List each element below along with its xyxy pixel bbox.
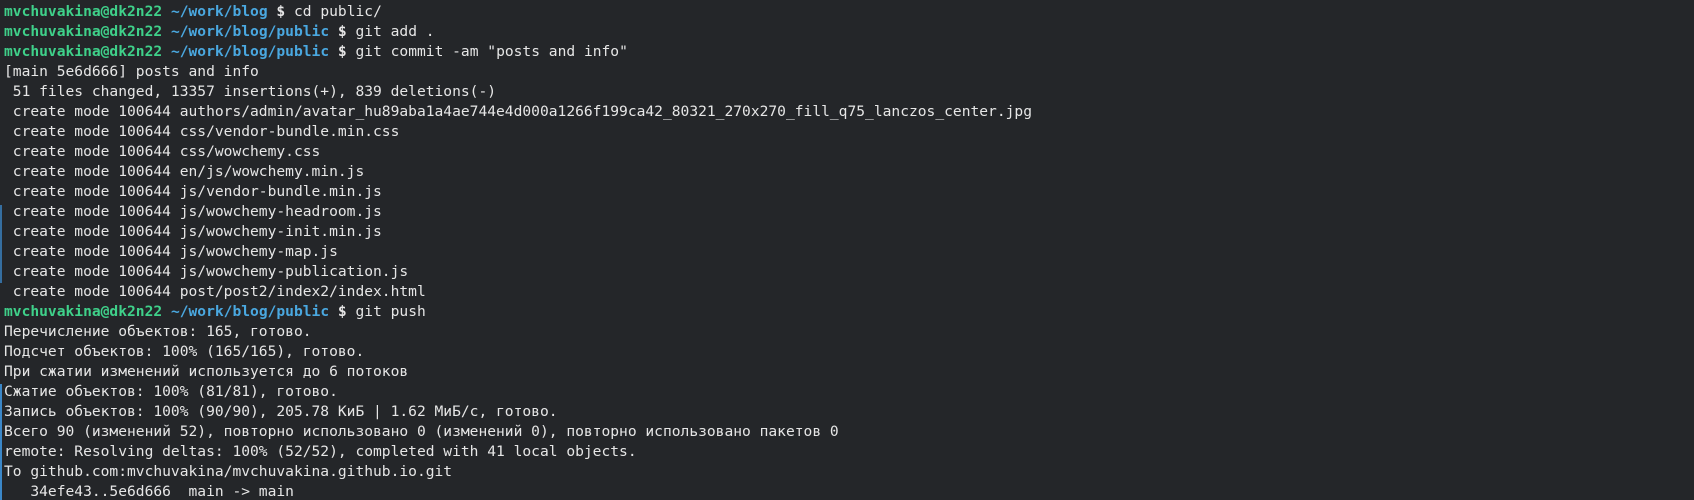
command-text: git push <box>355 303 426 320</box>
prompt-symbol: $ <box>337 43 347 60</box>
command-text: git commit -am "posts and info" <box>355 43 628 60</box>
output-line: create mode 100644 css/wowchemy.css <box>4 143 321 160</box>
terminal-window[interactable]: mvchuvakina@dk2n22 ~/work/blog $ cd publ… <box>0 0 1694 500</box>
output-line: 34efe43..5e6d666 main -> main <box>4 483 294 500</box>
prompt-line: mvchuvakina@dk2n22 ~/work/blog/public $ … <box>4 302 1694 322</box>
scroll-mark <box>0 384 2 500</box>
output-line: Сжатие объектов: 100% (81/81), готово. <box>4 383 338 400</box>
prompt-line: mvchuvakina@dk2n22 ~/work/blog $ cd publ… <box>4 2 1694 22</box>
output-line: create mode 100644 js/vendor-bundle.min.… <box>4 183 382 200</box>
output-line: create mode 100644 en/js/wowchemy.min.js <box>4 163 365 180</box>
prompt-path: ~/work/blog/public <box>170 303 330 320</box>
output-line: Подсчет объектов: 100% (165/165), готово… <box>4 343 365 360</box>
output-line: 51 files changed, 13357 insertions(+), 8… <box>4 83 497 100</box>
output-line: Всего 90 (изменений 52), повторно исполь… <box>4 423 839 440</box>
output-line: create mode 100644 js/wowchemy-map.js <box>4 243 338 260</box>
prompt-user-host: mvchuvakina@dk2n22 <box>4 303 163 320</box>
output-line: Запись объектов: 100% (90/90), 205.78 Ки… <box>4 403 558 420</box>
prompt-user-host: mvchuvakina@dk2n22 <box>4 23 163 40</box>
command-text: cd public/ <box>294 3 382 20</box>
output-line: create mode 100644 js/wowchemy-init.min.… <box>4 223 382 240</box>
prompt-symbol: $ <box>337 303 347 320</box>
prompt-line: mvchuvakina@dk2n22 ~/work/blog/public $ … <box>4 42 1694 62</box>
prompt-symbol: $ <box>337 23 347 40</box>
prompt-path: ~/work/blog <box>170 3 268 20</box>
output-line: create mode 100644 authors/admin/avatar_… <box>4 103 1032 120</box>
output-line: Перечисление объектов: 165, готово. <box>4 323 312 340</box>
terminal-output[interactable]: mvchuvakina@dk2n22 ~/work/blog $ cd publ… <box>4 2 1694 500</box>
prompt-line: mvchuvakina@dk2n22 ~/work/blog/public $ … <box>4 22 1694 42</box>
prompt-symbol: $ <box>276 3 286 20</box>
command-text: git add . <box>355 23 435 40</box>
prompt-path: ~/work/blog/public <box>170 43 330 60</box>
output-line: create mode 100644 js/wowchemy-headroom.… <box>4 203 382 220</box>
output-line: create mode 100644 js/wowchemy-publicati… <box>4 263 409 280</box>
scroll-mark <box>0 205 2 283</box>
prompt-user-host: mvchuvakina@dk2n22 <box>4 3 163 20</box>
output-line: remote: Resolving deltas: 100% (52/52), … <box>4 443 637 460</box>
output-line: To github.com:mvchuvakina/mvchuvakina.gi… <box>4 463 453 480</box>
output-line: create mode 100644 post/post2/index2/ind… <box>4 283 426 300</box>
prompt-path: ~/work/blog/public <box>170 23 330 40</box>
prompt-user-host: mvchuvakina@dk2n22 <box>4 43 163 60</box>
output-line: [main 5e6d666] posts and info <box>4 63 259 80</box>
output-line: При сжатии изменений используется до 6 п… <box>4 363 409 380</box>
output-line: create mode 100644 css/vendor-bundle.min… <box>4 123 400 140</box>
